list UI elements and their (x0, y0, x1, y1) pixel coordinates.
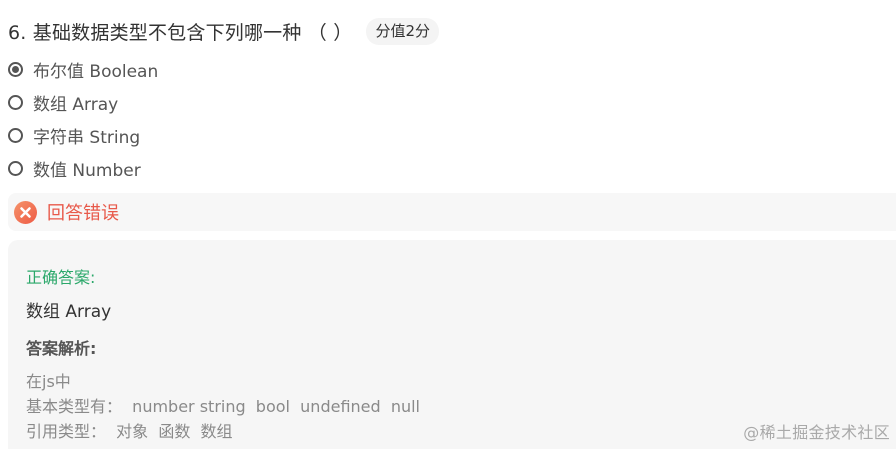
question-title: 6. 基础数据类型不包含下列哪一种 （ ） (8, 21, 353, 44)
correct-answer-value: 数组 Array (26, 302, 112, 322)
option-label: 数值 Number (33, 161, 141, 181)
watermark: @稀土掘金技术社区 (743, 423, 890, 442)
correct-answer-heading: 正确答案: (26, 268, 96, 287)
quiz-page: 6. 基础数据类型不包含下列哪一种 （ ） 分值2分 布尔值 Boolean 数… (0, 0, 896, 449)
option-label: 数组 Array (33, 95, 119, 115)
radio-unchecked-icon[interactable] (8, 95, 23, 110)
analysis-body: 在js中 基本类型有： number string bool undefined… (26, 369, 420, 444)
radio-unchecked-icon[interactable] (8, 128, 23, 143)
option-boolean[interactable]: 布尔值 Boolean (8, 53, 158, 86)
radio-unchecked-icon[interactable] (8, 161, 23, 176)
analysis-heading: 答案解析: (26, 339, 97, 358)
question-header: 6. 基础数据类型不包含下列哪一种 （ ） 分值2分 (8, 14, 439, 48)
analysis-line: 基本类型有： number string bool undefined null (26, 397, 421, 416)
answer-panel: 正确答案: 数组 Array 答案解析: 在js中 基本类型有： number … (8, 240, 896, 449)
analysis-line: 在js中 (26, 372, 71, 391)
option-string[interactable]: 字符串 String (8, 119, 158, 152)
result-banner: 回答错误 (8, 193, 896, 231)
options-list: 布尔值 Boolean 数组 Array 字符串 String 数值 Numbe… (8, 53, 158, 185)
option-number[interactable]: 数值 Number (8, 152, 158, 185)
result-text: 回答错误 (47, 203, 119, 224)
radio-checked-icon[interactable] (8, 62, 23, 77)
close-circle-icon (14, 200, 37, 224)
option-array[interactable]: 数组 Array (8, 86, 158, 119)
analysis-line: 引用类型： 对象 函数 数组 (26, 422, 233, 441)
option-label: 字符串 String (33, 128, 141, 148)
score-badge: 分值2分 (366, 17, 439, 45)
option-label: 布尔值 Boolean (33, 62, 159, 82)
